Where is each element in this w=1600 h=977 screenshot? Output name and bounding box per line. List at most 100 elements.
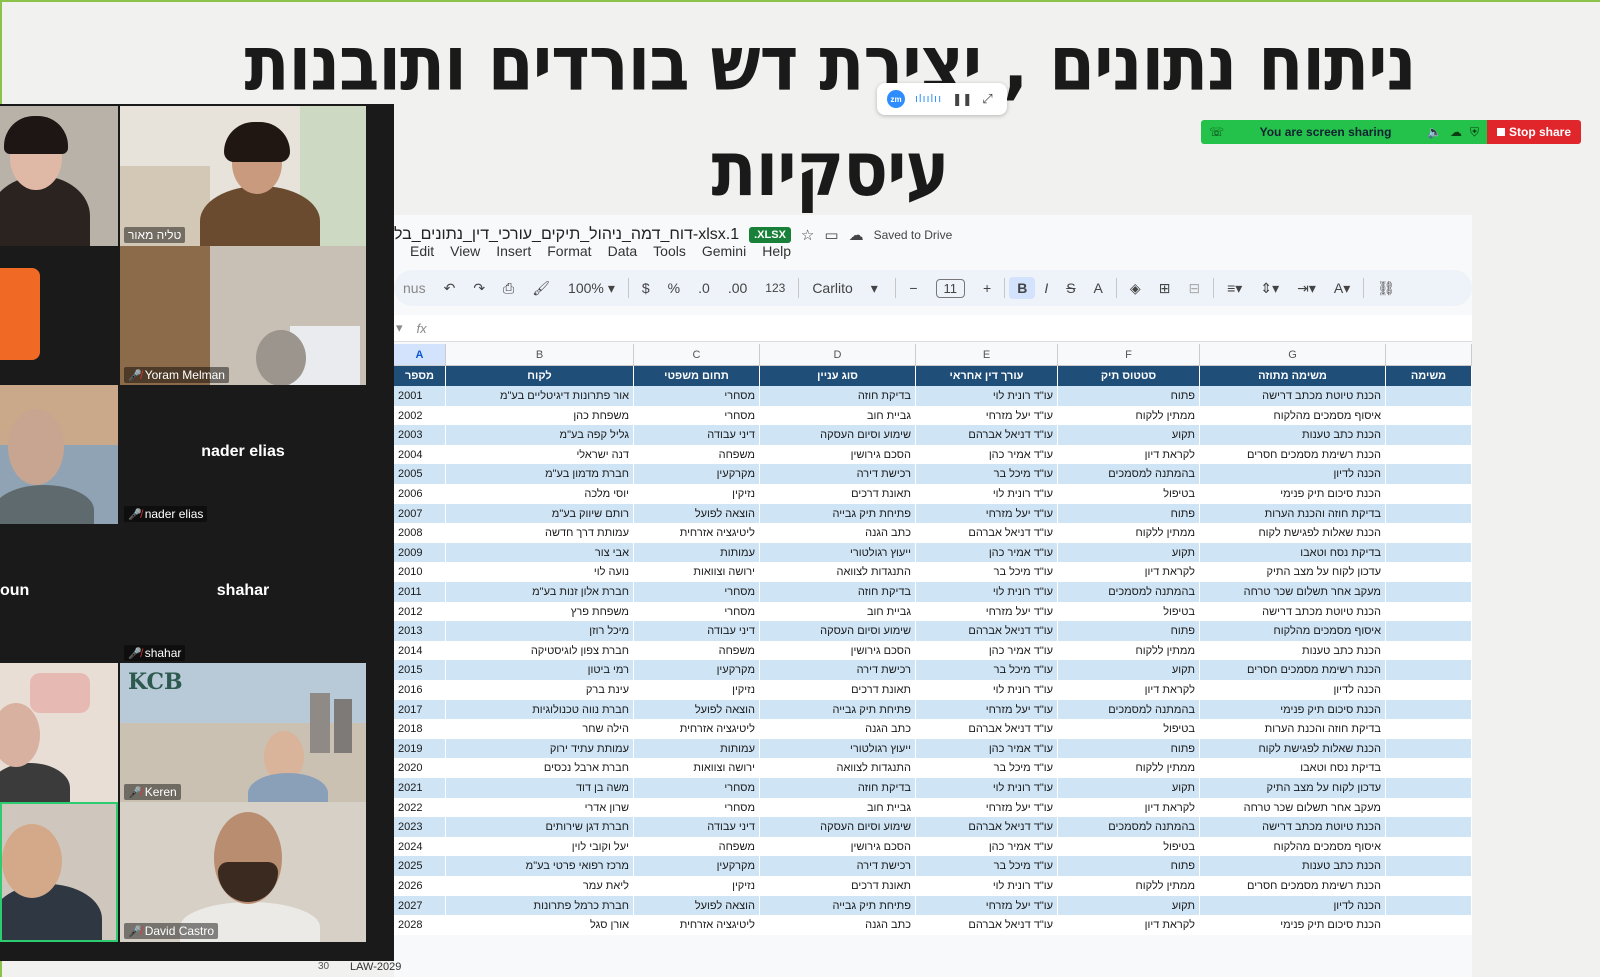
table-cell[interactable]: 2025: [394, 856, 446, 877]
table-cell[interactable]: 2026: [394, 876, 446, 896]
redo-icon[interactable]: ↷: [464, 280, 494, 297]
table-cell[interactable]: דיני עבודה: [634, 621, 760, 642]
table-cell[interactable]: חברת דגן שירותים: [446, 817, 634, 838]
table-cell[interactable]: בדיקת חוזה והכנת הערות: [1200, 719, 1386, 740]
table-cell[interactable]: 2018: [394, 719, 446, 740]
table-cell[interactable]: עו"ד רונית לוי: [916, 680, 1058, 700]
table-cell[interactable]: 2006: [394, 484, 446, 504]
fill-color-icon[interactable]: ◈: [1121, 280, 1150, 297]
table-cell[interactable]: דיני עבודה: [634, 425, 760, 446]
table-cell[interactable]: פתוח: [1058, 856, 1200, 877]
table-cell[interactable]: [1386, 386, 1472, 406]
table-cell[interactable]: עו"ד יעל מזרחי: [916, 895, 1058, 916]
table-cell[interactable]: [1386, 464, 1472, 485]
table-cell[interactable]: 2010: [394, 562, 446, 583]
table-cell[interactable]: 2024: [394, 836, 446, 857]
header-cell[interactable]: לקוח: [446, 366, 634, 386]
table-cell[interactable]: חברת צפון לוגיסטיקה: [446, 640, 634, 661]
table-cell[interactable]: עו"ד אמיר כהן: [916, 542, 1058, 563]
table-cell[interactable]: [1386, 484, 1472, 504]
table-cell[interactable]: הכנה לדיון: [1200, 895, 1386, 916]
table-cell[interactable]: עדכון לקוח על מצב התיק: [1200, 778, 1386, 798]
table-cell[interactable]: עו"ד יעל מזרחי: [916, 405, 1058, 426]
table-cell[interactable]: פתוח: [1058, 621, 1200, 642]
table-cell[interactable]: עו"ד אמיר כהן: [916, 738, 1058, 759]
zoom-floating-controls[interactable]: zm ılıılıı ❚❚ ⤢: [877, 83, 1007, 115]
table-cell[interactable]: כתב הגנה: [760, 719, 916, 740]
table-cell[interactable]: כתב הגנה: [760, 915, 916, 936]
table-cell[interactable]: בדיקת נסח וטאבו: [1200, 542, 1386, 563]
table-cell[interactable]: שימוע וסיום העסקה: [760, 621, 916, 642]
table-cell[interactable]: שרון אדרי: [446, 797, 634, 818]
table-cell[interactable]: 2009: [394, 542, 446, 563]
table-cell[interactable]: פתיחת תיק גבייה: [760, 895, 916, 916]
table-cell[interactable]: [1386, 817, 1472, 838]
bold-button[interactable]: B: [1009, 277, 1036, 299]
column-header-b[interactable]: B: [446, 344, 634, 366]
column-header-a[interactable]: A: [394, 344, 446, 366]
pause-share-icon[interactable]: ❚❚: [952, 92, 972, 106]
table-cell[interactable]: [1386, 523, 1472, 544]
table-cell[interactable]: עו"ד רונית לוי: [916, 876, 1058, 896]
menu-tools[interactable]: Tools: [653, 243, 686, 259]
table-cell[interactable]: בטיפול: [1058, 719, 1200, 740]
participant-tile[interactable]: KCB 🎤̸ Keren: [120, 663, 366, 803]
table-cell[interactable]: עו"ד רונית לוי: [916, 386, 1058, 406]
table-cell[interactable]: חברת ארבל נכסים: [446, 758, 634, 779]
table-cell[interactable]: פתוח: [1058, 386, 1200, 406]
table-cell[interactable]: ממתין ללקוח: [1058, 876, 1200, 896]
header-cell[interactable]: עורך דין אחראי: [916, 366, 1058, 386]
table-cell[interactable]: 2002: [394, 405, 446, 426]
font-size-field[interactable]: 11: [927, 278, 975, 298]
table-cell[interactable]: שימוע וסיום העסקה: [760, 817, 916, 838]
table-cell[interactable]: עו"ד דניאל אברהם: [916, 425, 1058, 446]
table-cell[interactable]: 2027: [394, 895, 446, 916]
table-cell[interactable]: פתיחת תיק גבייה: [760, 503, 916, 524]
table-cell[interactable]: [1386, 856, 1472, 877]
table-cell[interactable]: תקוע: [1058, 660, 1200, 681]
menu-insert[interactable]: Insert: [496, 243, 531, 259]
table-cell[interactable]: הוצאה לפועל: [634, 699, 760, 720]
participant-tile[interactable]: nader elias 🎤̸ nader elias: [120, 385, 366, 525]
table-cell[interactable]: 2023: [394, 817, 446, 838]
table-cell[interactable]: איסוף מסמכים מהלקוח: [1200, 621, 1386, 642]
table-cell[interactable]: התנגדות לצוואה: [760, 758, 916, 779]
table-cell[interactable]: רותם שיווק בע"מ: [446, 503, 634, 524]
currency-format-button[interactable]: $: [633, 280, 659, 296]
table-cell[interactable]: עו"ד רונית לוי: [916, 778, 1058, 798]
participant-tile[interactable]: [0, 246, 118, 386]
column-header-partial[interactable]: [1386, 344, 1472, 366]
table-cell[interactable]: [1386, 542, 1472, 563]
menu-help[interactable]: Help: [762, 243, 791, 259]
table-cell[interactable]: 2012: [394, 601, 446, 622]
table-cell[interactable]: ירושה וצוואות: [634, 562, 760, 583]
table-cell[interactable]: נזיקין: [634, 876, 760, 896]
table-cell[interactable]: [1386, 562, 1472, 583]
table-cell[interactable]: בהמתנה למסמכים: [1058, 464, 1200, 485]
table-cell[interactable]: ממתין ללקוח: [1058, 523, 1200, 544]
table-cell[interactable]: הסכם גירושין: [760, 444, 916, 465]
participant-tile[interactable]: 🎤̸ David Castro: [120, 802, 366, 942]
star-icon[interactable]: ☆: [801, 226, 814, 244]
table-cell[interactable]: הילה שחר: [446, 719, 634, 740]
table-cell[interactable]: מסחרי: [634, 405, 760, 426]
text-rotation-icon[interactable]: A▾: [1325, 280, 1359, 297]
expand-icon[interactable]: ⤢: [982, 91, 992, 107]
table-cell[interactable]: ליטיגציה אזרחית: [634, 915, 760, 936]
table-cell[interactable]: עו"ד יעל מזרחי: [916, 601, 1058, 622]
column-header-c[interactable]: C: [634, 344, 760, 366]
formula-bar[interactable]: ▾ fx: [394, 315, 1472, 342]
table-cell[interactable]: [1386, 876, 1472, 896]
table-cell[interactable]: 2013: [394, 621, 446, 642]
table-cell[interactable]: משפחה: [634, 640, 760, 661]
table-cell[interactable]: ירושה וצוואות: [634, 758, 760, 779]
table-cell[interactable]: עו"ד אמיר כהן: [916, 836, 1058, 857]
table-cell[interactable]: הוצאה לפועל: [634, 895, 760, 916]
participant-tile[interactable]: [0, 106, 118, 246]
table-cell[interactable]: דנה ישראלי: [446, 444, 634, 465]
table-cell[interactable]: לקראת דיון: [1058, 562, 1200, 583]
zoom-select[interactable]: 100% ▾: [559, 280, 624, 297]
table-cell[interactable]: עו"ד מיכל בר: [916, 464, 1058, 485]
table-cell[interactable]: תקוע: [1058, 778, 1200, 798]
table-cell[interactable]: פתוח: [1058, 738, 1200, 759]
